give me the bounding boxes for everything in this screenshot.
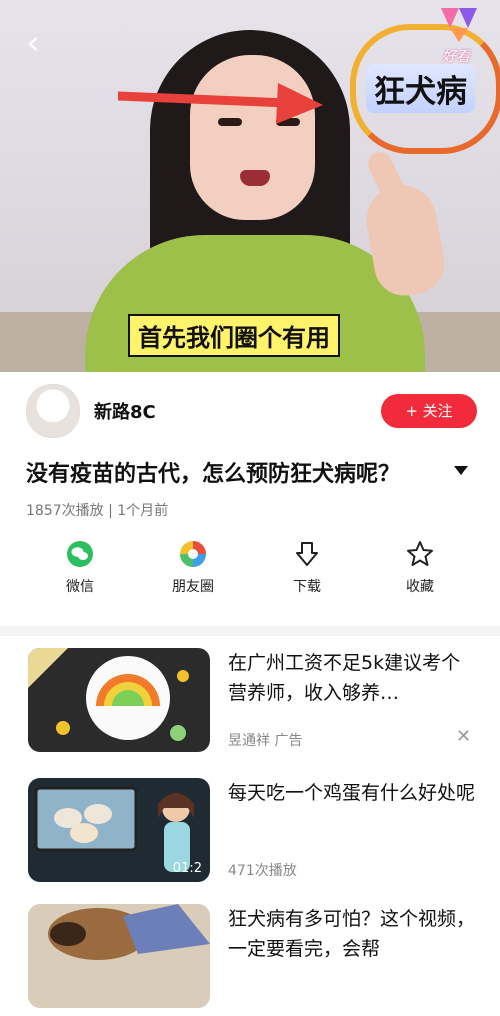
author-row: 新路8C + 关注 xyxy=(26,384,477,440)
action-label: 微信 xyxy=(66,579,94,595)
favorite-button[interactable]: 收藏 xyxy=(375,540,465,596)
video-player[interactable]: ‹ 狂犬病 好看 首先我们圈个有用 xyxy=(0,0,500,372)
share-wechat-button[interactable]: 微信 xyxy=(35,540,125,596)
wechat-icon xyxy=(67,541,93,567)
recommendation-meta: 昱通祥 广告 xyxy=(228,733,303,749)
video-meta: 1857次播放 | 1个月前 xyxy=(26,503,169,519)
share-actions: 微信 朋友圈 下载 收藏 xyxy=(0,540,500,610)
topic-badge: 狂犬病 xyxy=(366,64,475,113)
follow-button[interactable]: + 关注 xyxy=(381,394,477,428)
download-button[interactable]: 下载 xyxy=(262,540,352,596)
video-thumbnail xyxy=(28,904,210,1008)
recommendation-item[interactable]: 在广州工资不足5k建议考个营养师，收入够养… 昱通祥 广告 ✕ xyxy=(28,648,476,760)
section-divider xyxy=(0,626,500,636)
download-icon xyxy=(296,542,318,566)
recommendation-item[interactable]: 狂犬病有多可怕？这个视频，一定要看完，会帮 xyxy=(28,904,476,1016)
video-subtitle: 首先我们圈个有用 xyxy=(128,314,340,357)
haokan-logo-icon xyxy=(441,8,477,42)
food-plate-thumbnail xyxy=(28,648,189,741)
moments-icon xyxy=(180,541,206,567)
action-label: 下载 xyxy=(293,579,321,595)
expand-dropdown-icon[interactable] xyxy=(454,466,468,475)
video-duration: 01:2 xyxy=(172,861,202,876)
share-moments-button[interactable]: 朋友圈 xyxy=(148,540,238,596)
brand-text: 好看 xyxy=(442,49,470,65)
star-icon xyxy=(407,541,433,566)
video-title: 没有疫苗的古代，怎么预防狂犬病呢？ xyxy=(26,462,401,487)
action-label: 朋友圈 xyxy=(172,579,214,595)
back-button[interactable]: ‹ xyxy=(18,26,48,60)
recommendation-item[interactable]: 01:2 每天吃一个鸡蛋有什么好处呢 471次播放 xyxy=(28,778,476,890)
dog-thumbnail xyxy=(48,904,210,960)
author-name[interactable]: 新路8C xyxy=(94,398,156,424)
action-label: 收藏 xyxy=(406,579,434,595)
recommendation-meta: 471次播放 xyxy=(228,863,297,879)
close-ad-icon[interactable]: ✕ xyxy=(456,726,471,747)
recommendation-title: 每天吃一个鸡蛋有什么好处呢 xyxy=(228,782,476,804)
recommendation-title: 狂犬病有多可怕？这个视频，一定要看完，会帮 xyxy=(228,908,476,960)
presenter-mouth xyxy=(240,170,270,186)
video-thumbnail xyxy=(28,648,210,752)
red-arrow-icon xyxy=(118,83,323,124)
recommendation-title: 在广州工资不足5k建议考个营养师，收入够养… xyxy=(228,652,461,704)
avatar[interactable] xyxy=(26,384,80,438)
video-thumbnail: 01:2 xyxy=(28,778,210,882)
